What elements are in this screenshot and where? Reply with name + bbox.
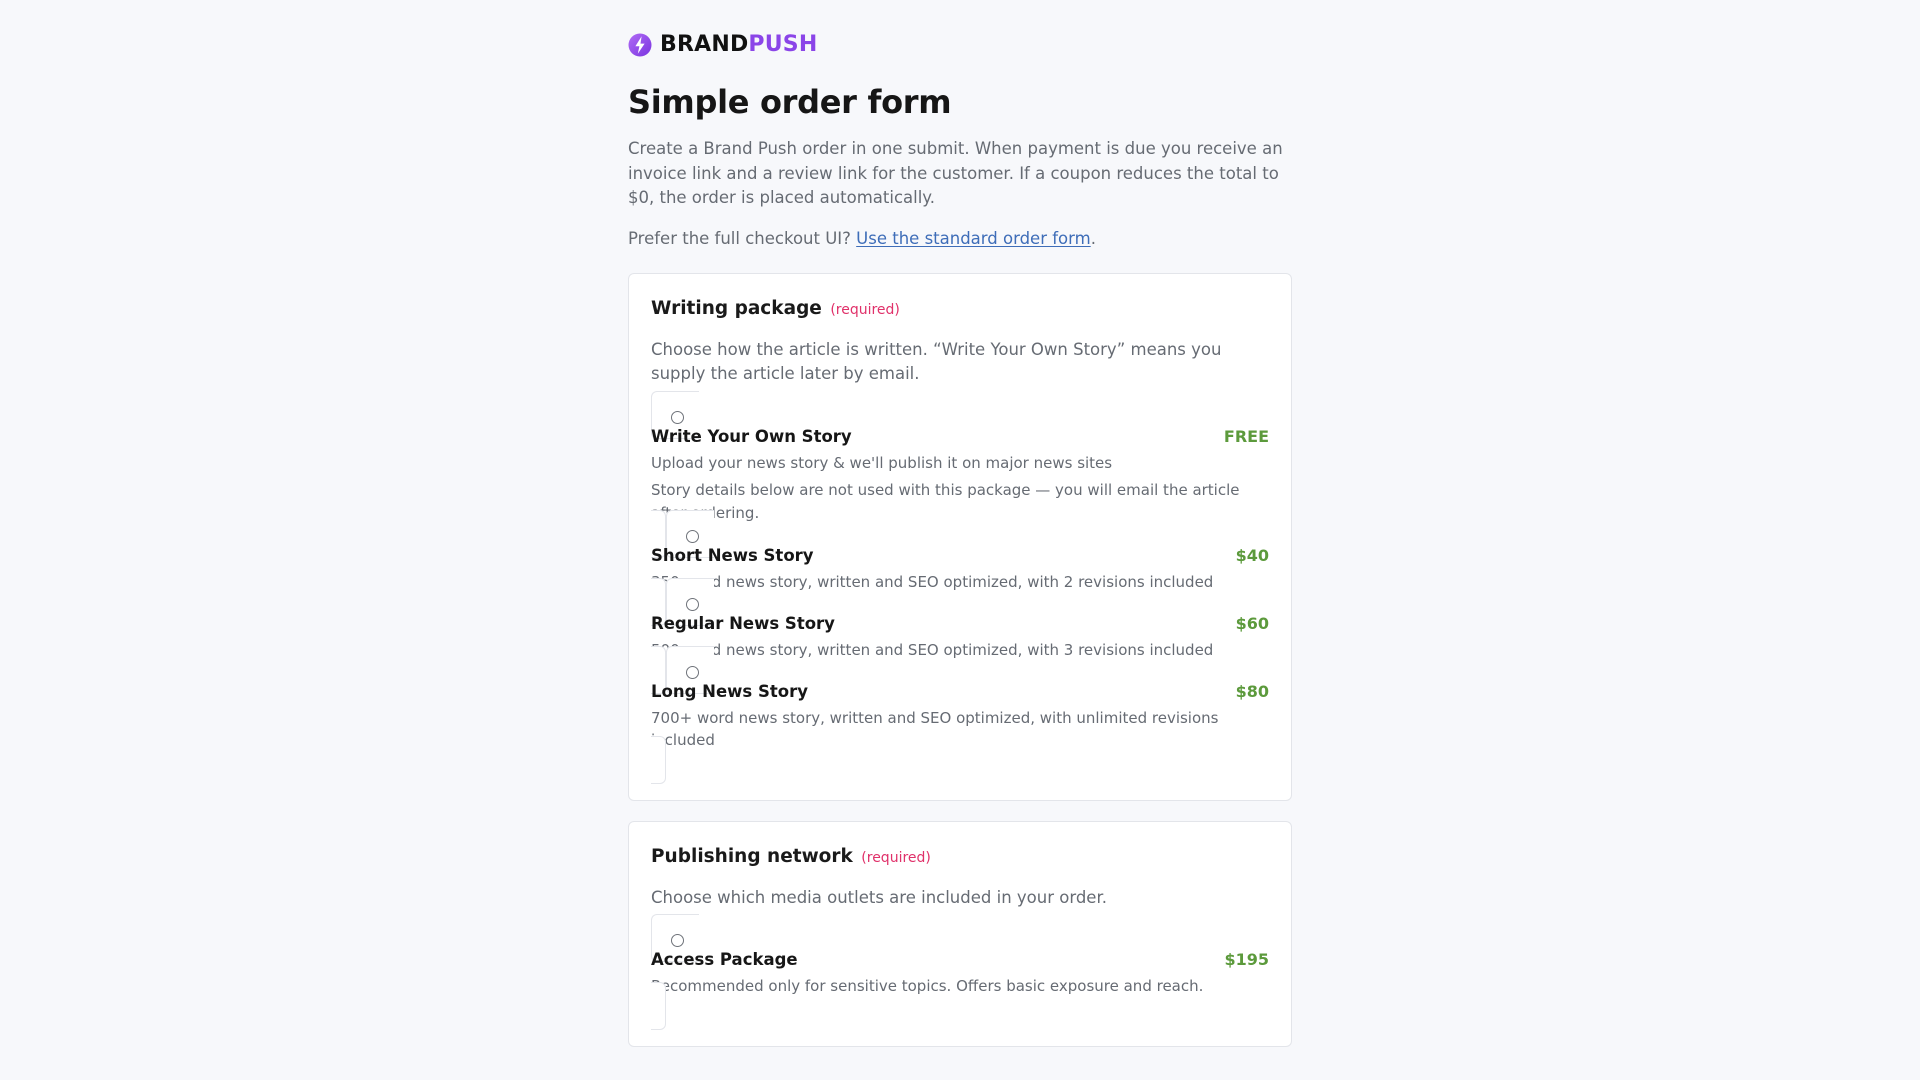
option-head: Long News Story $80 — [651, 680, 1269, 704]
option-access-package[interactable]: Access Package $195 Recommended only for… — [651, 914, 1269, 1030]
publishing-network-card: Publishing network (required) Choose whi… — [628, 820, 1292, 1047]
option-name: Write Your Own Story — [651, 426, 852, 446]
radio-button[interactable] — [686, 597, 699, 611]
option-head: Short News Story $40 — [651, 544, 1269, 568]
brand-logo-link[interactable]: BRANDPUSH — [628, 31, 1292, 59]
option-price: $60 — [1235, 613, 1269, 633]
option-write-your-own-story[interactable]: Write Your Own Story FREE Upload your ne… — [651, 390, 1269, 558]
option-price: $40 — [1235, 545, 1269, 565]
option-subtitle: 500 word news story, written and SEO opt… — [651, 640, 1214, 659]
writing-package-card: Writing package (required) Choose how th… — [628, 272, 1292, 801]
option-name: Long News Story — [651, 681, 808, 701]
option-head: Regular News Story $60 — [651, 612, 1269, 636]
option-price: FREE — [1223, 426, 1269, 446]
option-name: Regular News Story — [651, 613, 835, 633]
option-price: $195 — [1224, 950, 1269, 969]
option-head: Access Package $195 — [651, 948, 1269, 972]
page-title: Simple order form — [628, 83, 952, 121]
radio-button[interactable] — [671, 934, 684, 947]
brand-name-part2: PUSH — [748, 32, 818, 57]
option-head: Write Your Own Story FREE — [651, 425, 1269, 449]
required-label: (required) — [861, 849, 931, 866]
writing-package-title-text: Writing package — [651, 297, 822, 319]
order-page: BRANDPUSH Simple order form Create a Bra… — [628, 0, 1292, 1047]
radio-button[interactable] — [686, 529, 699, 543]
brand-name: BRANDPUSH — [660, 31, 817, 59]
option-short-news-story[interactable]: Short News Story $40 350 word news story… — [651, 509, 1269, 626]
radio-button[interactable] — [671, 410, 684, 424]
writing-package-options: Write Your Own Story FREE Upload your ne… — [651, 390, 1269, 784]
bolt-circle-icon — [628, 33, 652, 57]
option-name: Access Package — [651, 950, 798, 969]
publishing-network-title-text: Publishing network — [651, 845, 853, 867]
option-name: Short News Story — [651, 545, 814, 565]
brand-name-part1: BRAND — [660, 32, 749, 57]
option-subtitle: Recommended only for sensitive topics. O… — [651, 977, 1204, 995]
option-price: $80 — [1235, 681, 1269, 701]
publishing-network-description: Choose which media outlets are included … — [651, 887, 1107, 907]
publishing-network-options: Access Package $195 Recommended only for… — [651, 914, 1269, 1030]
writing-package-description: Choose how the article is written. “Writ… — [651, 339, 1222, 384]
prefer-suffix: . — [1090, 228, 1096, 248]
option-long-news-story[interactable]: Long News Story $80 700+ word news story… — [651, 645, 1269, 784]
required-label: (required) — [830, 301, 900, 318]
intro-text: Create a Brand Push order in one submit.… — [628, 139, 1283, 207]
prefer-label: Prefer the full checkout UI? — [628, 228, 851, 248]
option-note: Story details below are not used with th… — [651, 480, 1240, 522]
option-subtitle: 700+ word news story, written and SEO op… — [651, 708, 1219, 749]
prefer-text: Prefer the full checkout UI? Use the sta… — [628, 227, 1292, 251]
writing-package-title: Writing package (required) — [651, 296, 1269, 323]
option-subtitle: 350 word news story, written and SEO opt… — [651, 572, 1214, 591]
standard-order-form-link[interactable]: Use the standard order form — [856, 229, 1091, 248]
option-regular-news-story[interactable]: Regular News Story $60 500 word news sto… — [651, 577, 1269, 694]
radio-button[interactable] — [686, 665, 699, 679]
publishing-network-title: Publishing network (required) — [651, 844, 1269, 871]
option-subtitle: Upload your news story & we'll publish i… — [651, 453, 1113, 472]
